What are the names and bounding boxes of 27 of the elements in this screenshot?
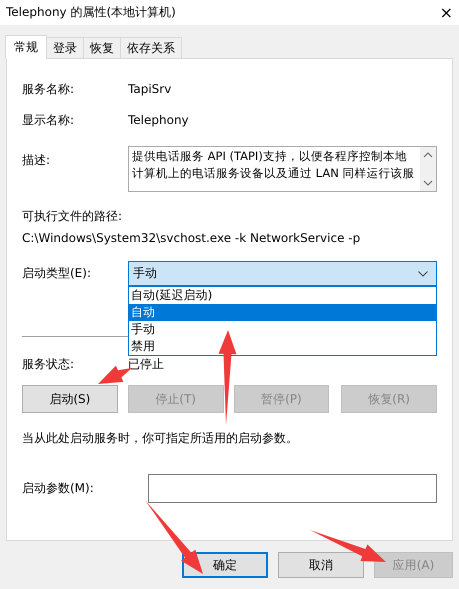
dropdown-option[interactable]: 手动 — [129, 321, 436, 338]
field-value: TapiSrv — [128, 82, 172, 96]
dropdown-option[interactable]: 禁用 — [129, 338, 436, 355]
field-label: 启动类型(E): — [22, 265, 92, 282]
field-label: 服务状态: — [22, 356, 76, 372]
field-label: 显示名称: — [22, 112, 76, 128]
tab[interactable]: 依存关系 — [120, 37, 182, 58]
dialog-button[interactable]: 取消 — [278, 552, 364, 578]
field-label: 服务名称: — [22, 80, 76, 98]
startup-type-dropdown[interactable]: 手动 — [128, 261, 437, 286]
window-title: Telephony 的属性(本地计算机) — [6, 4, 176, 21]
chevron-down-icon — [418, 270, 428, 276]
field-label: 可执行文件的路径: — [22, 208, 124, 224]
dropdown-option[interactable]: 自动 — [129, 304, 436, 321]
field-label: 启动参数(M): — [22, 480, 95, 496]
field-value: Telephony — [128, 113, 189, 127]
field-value: 已停止 — [128, 356, 164, 372]
tab[interactable]: 常规 — [5, 35, 47, 59]
description-box[interactable]: 提供电话服务 API (TAPI)支持，以便各程序控制本地计算机上的电话服务设备以及通过 LAN 同样运行该服 — [128, 146, 437, 192]
field-label: 描述: — [22, 152, 52, 169]
path-value: C:\Windows\System32\svchost.exe -k NetworkService -p — [22, 230, 362, 246]
scrollbar[interactable] — [420, 147, 436, 191]
close-icon[interactable]: × — [440, 4, 453, 20]
service-button[interactable]: 启动(S) — [22, 385, 118, 413]
input-field[interactable] — [148, 474, 437, 502]
dropdown-option[interactable]: 自动(延迟启动) — [129, 287, 436, 304]
hint-text: 当从此处启动服务时，你可指定所适用的启动参数。 — [22, 430, 299, 446]
